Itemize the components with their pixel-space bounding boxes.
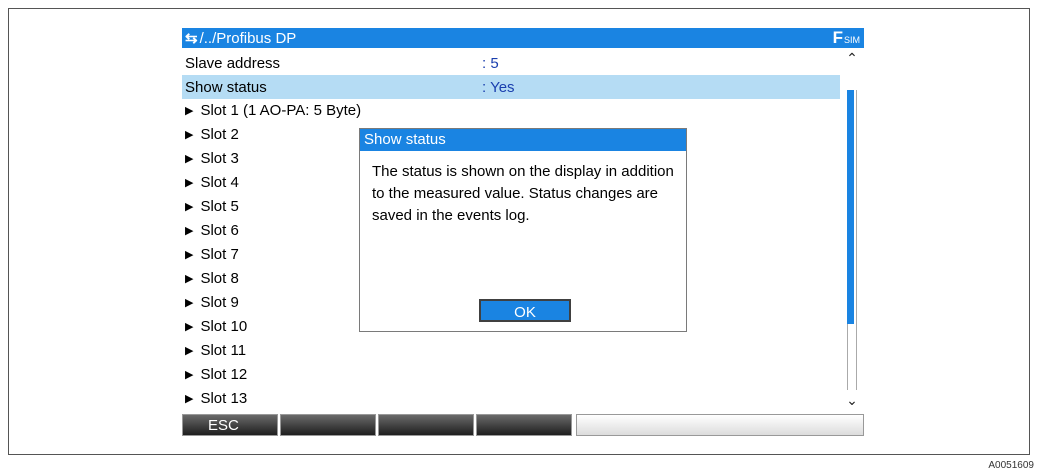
slot-label: Slot 9 (200, 293, 239, 311)
dialog-text: The status is shown on the display in ad… (372, 163, 674, 224)
slot-label: Slot 4 (200, 173, 239, 191)
softkey-esc[interactable]: ESC (182, 414, 278, 436)
breadcrumb: /../Profibus DP (199, 29, 297, 47)
softkey-area-empty (576, 414, 864, 436)
slot-label: Slot 11 (200, 341, 247, 359)
softkey-2[interactable] (280, 414, 376, 436)
slot-label: Slot 10 (200, 317, 248, 335)
submenu-arrow-icon: ▶ (185, 272, 194, 285)
slot-label: Slot 3 (200, 149, 239, 167)
submenu-arrow-icon: ▶ (185, 224, 194, 237)
slot-label: Slot 1 (1 AO-PA: 5 Byte) (200, 101, 362, 119)
submenu-arrow-icon: ▶ (185, 296, 194, 309)
softkey-3[interactable] (378, 414, 474, 436)
slot-label: Slot 2 (200, 125, 239, 143)
submenu-arrow-icon: ▶ (185, 200, 194, 213)
scrollbar-thumb[interactable] (847, 90, 854, 324)
slot-label: Slot 12 (200, 365, 248, 383)
param-row[interactable]: Show status : Yes (182, 75, 840, 99)
submenu-arrow-icon: ▶ (185, 320, 194, 333)
slot-label: Slot 7 (200, 245, 239, 263)
submenu-arrow-icon: ▶ (185, 344, 194, 357)
submenu-arrow-icon: ▶ (185, 128, 194, 141)
figure-id: A0051609 (988, 460, 1034, 471)
softkey-4[interactable] (476, 414, 572, 436)
submenu-arrow-icon: ▶ (185, 176, 194, 189)
param-value: : Yes (482, 78, 515, 96)
simulation-flag-icon: F (832, 28, 843, 47)
slot-item[interactable]: ▶ Slot 1 (1 AO-PA: 5 Byte) (182, 98, 840, 122)
submenu-arrow-icon: ▶ (185, 248, 194, 261)
submenu-arrow-icon: ▶ (185, 104, 194, 117)
chevron-up-icon[interactable]: ⌃ (844, 50, 860, 66)
ok-button[interactable]: OK (479, 299, 571, 322)
slot-label: Slot 8 (200, 269, 239, 287)
submenu-arrow-icon: ▶ (185, 368, 194, 381)
simulation-label: SIM (843, 34, 860, 45)
slot-item[interactable]: ▶ Slot 11 (182, 338, 840, 362)
submenu-arrow-icon: ▶ (185, 152, 194, 165)
param-row[interactable]: Slave address : 5 (182, 51, 840, 75)
help-dialog: Show status The status is shown on the d… (359, 128, 687, 332)
param-label: Slave address (185, 54, 281, 72)
slot-label: Slot 5 (200, 197, 239, 215)
device-display: ⇆ /../Profibus DP F SIM Slave address : 5… (182, 28, 864, 436)
submenu-arrow-icon: ▶ (185, 392, 194, 405)
param-label: Show status (185, 78, 267, 96)
param-value: : 5 (482, 54, 499, 72)
dialog-title: Show status (360, 129, 686, 151)
chevron-down-icon[interactable]: ⌄ (844, 392, 860, 408)
slot-item[interactable]: ▶ Slot 12 (182, 362, 840, 386)
title-bar: ⇆ /../Profibus DP F SIM (182, 28, 864, 48)
slot-label: Slot 6 (200, 221, 239, 239)
navigation-icon: ⇆ (185, 30, 198, 47)
softkey-bar: ESC (182, 414, 864, 436)
slot-item[interactable]: ▶ Slot 13 (182, 386, 840, 410)
slot-label: Slot 13 (200, 389, 248, 407)
